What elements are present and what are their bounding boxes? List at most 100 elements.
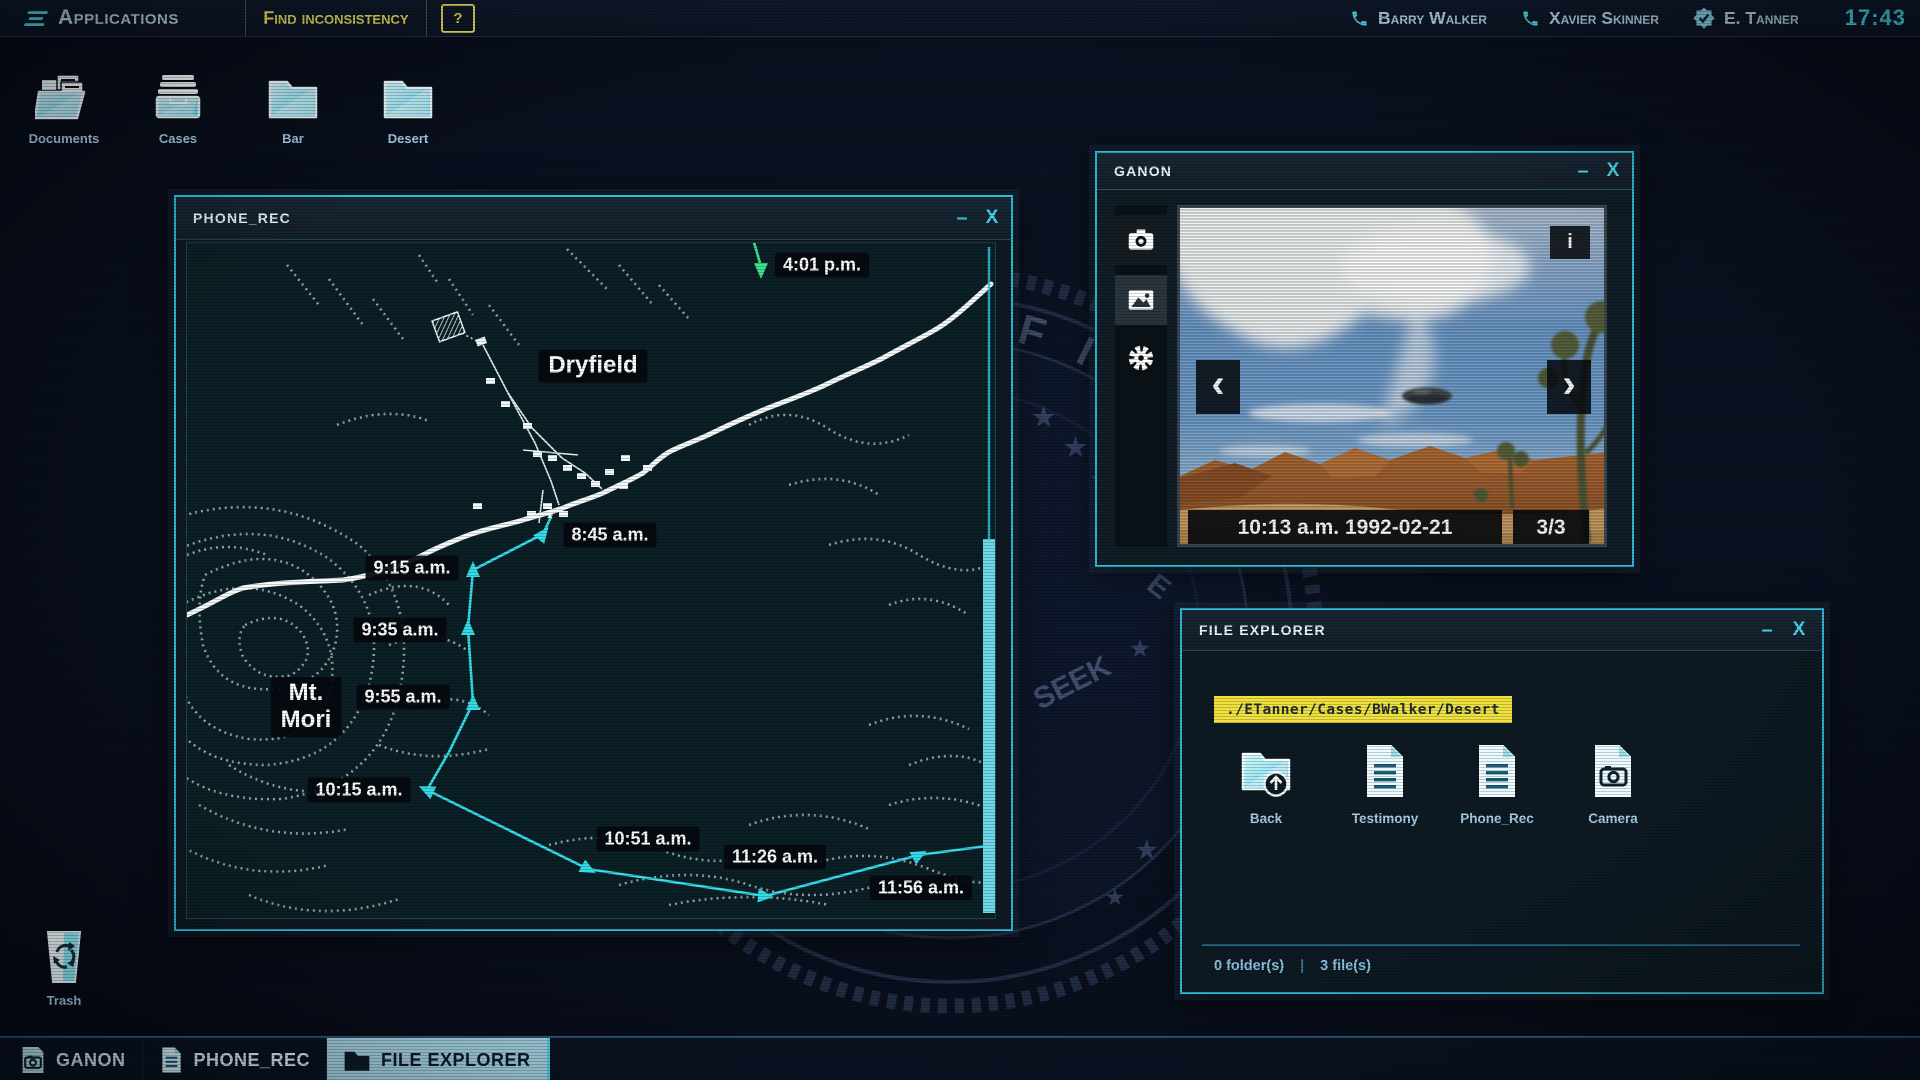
taskbar-item-phone-rec[interactable]: PHONE_REC <box>143 1038 328 1080</box>
folder-count: 0 folder(s) <box>1214 958 1284 974</box>
photo-desert-ufo <box>1180 208 1607 547</box>
file-item-camera[interactable]: Camera <box>1563 742 1663 826</box>
agent-identity[interactable]: E. Tanner <box>1693 7 1799 29</box>
photo-viewer: i ‹ › 10:13 a.m. 1992-02-21 3/3 <box>1177 205 1607 547</box>
waypoint-label: 9:15 a.m. <box>365 556 458 581</box>
tab-gallery[interactable] <box>1115 275 1167 325</box>
document-icon <box>1356 742 1414 800</box>
minimize-button[interactable]: – <box>947 197 977 239</box>
map-scrollbar-thumb[interactable] <box>983 539 995 913</box>
tab-settings[interactable] <box>1115 333 1167 383</box>
gallery-icon <box>1127 288 1155 312</box>
window-file-explorer: FILE EXPLORER – X ./ETanner/Cases/BWalke… <box>1180 608 1824 994</box>
file-label: Back <box>1216 811 1316 826</box>
minimize-button[interactable]: – <box>1568 153 1598 189</box>
taskbar-item-file-explorer[interactable]: FILE EXPLORER <box>327 1038 550 1080</box>
waypoint-label: 11:56 a.m. <box>870 876 972 901</box>
trash[interactable]: Trash <box>36 930 92 1008</box>
phone-rec-titlebar[interactable]: PHONE_REC <box>176 197 1011 240</box>
svg-text:★: ★ <box>1106 887 1124 909</box>
window-title: FILE EXPLORER <box>1199 622 1326 638</box>
info-button[interactable]: i <box>1550 226 1590 259</box>
taskbar-item-ganon[interactable]: GANON <box>0 1038 143 1080</box>
desktop-icon-desert[interactable]: Desert <box>366 70 450 146</box>
camera-file-icon <box>1584 742 1642 800</box>
window-title: GANON <box>1114 163 1172 179</box>
next-photo-button[interactable]: › <box>1547 360 1591 414</box>
map-label-mt-mori: Mt. Mori <box>271 677 342 737</box>
window-title: PHONE_REC <box>193 210 291 226</box>
applications-menu[interactable]: Applications <box>58 6 179 30</box>
contact-barry-walker[interactable]: Barry Walker <box>1350 8 1487 29</box>
waypoint-label: 4:01 p.m. <box>775 253 869 278</box>
tray-icon <box>149 70 207 122</box>
help-button[interactable]: ? <box>441 4 475 33</box>
close-button[interactable]: X <box>1784 610 1814 650</box>
ufo-object <box>1402 388 1452 405</box>
phone-icon <box>1521 9 1540 28</box>
document-icon <box>159 1045 184 1075</box>
photo-timestamp: 10:13 a.m. 1992-02-21 <box>1188 510 1502 545</box>
file-count: 3 file(s) <box>1320 958 1371 974</box>
file-item-testimony[interactable]: Testimony <box>1335 742 1435 826</box>
icon-label: Documents <box>22 131 106 146</box>
tab-camera[interactable] <box>1115 215 1167 265</box>
track-endpoint-star: * <box>547 510 553 527</box>
icon-label: Desert <box>366 131 450 146</box>
clock: 17:43 <box>1845 5 1906 31</box>
contact-name: Xavier Skinner <box>1549 8 1659 29</box>
contact-name: Barry Walker <box>1378 8 1487 29</box>
close-button[interactable]: X <box>977 197 1007 239</box>
camera-icon <box>1127 228 1155 252</box>
find-inconsistency-button[interactable]: Find inconsistency <box>246 8 426 29</box>
phone-icon <box>1350 9 1369 28</box>
status-bar: 0 folder(s) | 3 file(s) <box>1214 958 1371 974</box>
divider <box>426 0 427 36</box>
waypoint-label: 10:51 a.m. <box>596 827 699 852</box>
contact-xavier-skinner[interactable]: Xavier Skinner <box>1521 8 1659 29</box>
map-canvas: * <box>187 243 995 918</box>
svg-text:★: ★ <box>1064 432 1088 462</box>
window-phone-rec: PHONE_REC – X <box>174 195 1013 931</box>
waypoint-label: 9:55 a.m. <box>356 685 449 710</box>
status-separator: | <box>1300 958 1304 974</box>
task-label: FILE EXPLORER <box>381 1050 531 1071</box>
file-item-back[interactable]: Back <box>1216 742 1316 826</box>
file-item-phone-rec[interactable]: Phone_Rec <box>1447 742 1547 826</box>
desktop-icon-cases[interactable]: Cases <box>136 70 220 146</box>
open-folder-icon <box>35 70 93 122</box>
photo-counter: 3/3 <box>1513 510 1589 545</box>
map-view[interactable]: * Dryfield Mt. Mori 4:01 p.m. 8:45 a.m. … <box>186 242 996 919</box>
file-label: Phone_Rec <box>1447 811 1547 826</box>
folder-icon <box>264 70 322 122</box>
desktop-icon-bar[interactable]: Bar <box>251 70 335 146</box>
map-label-dryfield: Dryfield <box>538 350 647 383</box>
svg-text:★: ★ <box>1136 837 1158 864</box>
ganon-titlebar[interactable]: GANON <box>1097 153 1632 190</box>
top-bar: Applications Find inconsistency ? Barry … <box>0 0 1920 37</box>
file-label: Camera <box>1563 811 1663 826</box>
waypoint-label: 9:35 a.m. <box>353 618 446 643</box>
trash-icon <box>40 930 88 984</box>
svg-text:★: ★ <box>1130 636 1150 661</box>
badge-icon <box>1693 7 1715 29</box>
path-bar: ./ETanner/Cases/BWalker/Desert <box>1214 696 1512 723</box>
file-explorer-titlebar[interactable]: FILE EXPLORER <box>1182 610 1822 651</box>
camera-file-icon <box>20 1045 46 1075</box>
folder-icon <box>379 70 437 122</box>
folder-icon <box>343 1047 371 1073</box>
svg-text:★: ★ <box>1032 402 1056 432</box>
status-divider <box>1202 944 1800 946</box>
desktop-icon-documents[interactable]: Documents <box>22 70 106 146</box>
window-ganon: GANON – X <box>1095 151 1634 567</box>
prev-photo-button[interactable]: ‹ <box>1196 360 1240 414</box>
icon-label: Bar <box>251 131 335 146</box>
document-icon <box>1468 742 1526 800</box>
icon-label: Cases <box>136 131 220 146</box>
settings-icon <box>1126 343 1156 373</box>
task-label: PHONE_REC <box>194 1050 311 1071</box>
waypoint-label: 11:26 a.m. <box>724 845 826 870</box>
minimize-button[interactable]: – <box>1752 610 1782 650</box>
file-label: Testimony <box>1335 811 1435 826</box>
close-button[interactable]: X <box>1598 153 1628 189</box>
